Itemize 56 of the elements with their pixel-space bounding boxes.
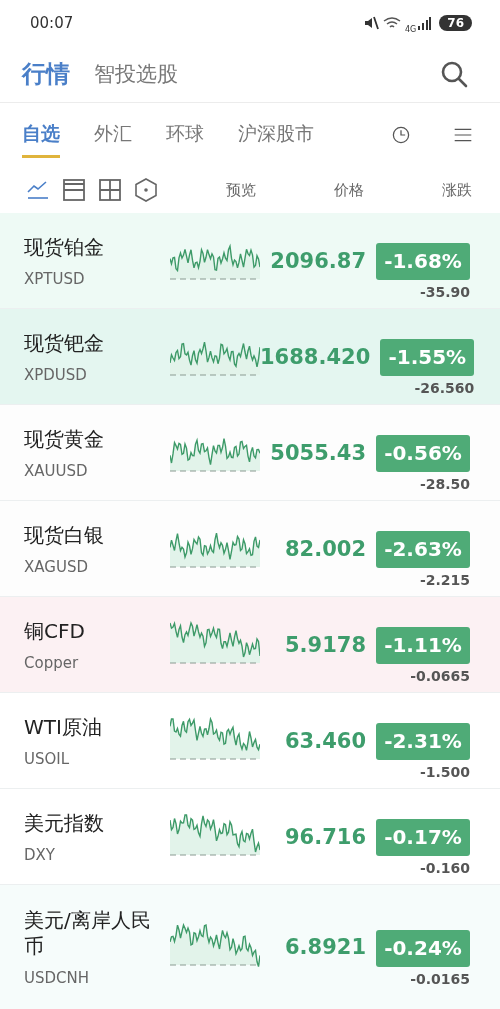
column-header[interactable]: 预览 [226,180,256,200]
price-value: 1688.420 [260,344,372,369]
percent-change-badge: -1.68% [376,243,470,280]
quote-row[interactable]: 现货钯金 XPDUSD 1688.420 -1.55% -26.560 [0,309,500,405]
percent-change-badge: -2.63% [376,531,470,568]
market-tab[interactable]: 自选 [22,112,60,158]
instrument-code: Copper [24,653,80,672]
instrument-code: USOIL [24,749,71,768]
price-value: 2096.87 [269,248,367,273]
instrument-code: DXY [24,845,56,864]
instrument-code: XAUUSD [24,461,89,480]
change-value: -28.50 [419,476,470,492]
change-value: -26.560 [414,380,475,396]
instrument-code: XPDUSD [24,365,88,384]
quote-row[interactable]: 现货铂金 XPTUSD 2096.87 -1.68% -35.90 [0,213,500,309]
price-value: 96.716 [283,824,367,849]
change-value: -0.0665 [410,668,470,684]
instrument-code: XPTUSD [24,269,86,288]
battery-level: 76 [439,15,472,31]
instrument-name: 美元/离岸人民币 [24,907,152,959]
market-tab[interactable]: 外汇 [94,112,132,158]
instrument-name: 现货白银 [24,521,105,548]
percent-change-badge: -1.55% [380,339,475,376]
price-value: 82.002 [283,536,367,561]
percent-change-badge: -0.56% [376,435,470,472]
instrument-code: XAGUSD [24,557,89,576]
price-value: 5055.43 [269,440,367,465]
change-value: -0.0165 [410,970,470,987]
percent-change-badge: -2.31% [376,723,470,760]
change-value: -1.500 [419,764,470,780]
instrument-code: USDCNH [24,969,91,987]
column-header[interactable]: 价格 [334,180,364,200]
instrument-name: 现货钯金 [24,329,105,356]
header-tab[interactable]: 智投选股 [94,60,178,88]
percent-change-badge: -0.17% [376,819,470,856]
quote-row[interactable]: 美元/离岸人民币 USDCNH 6.8921 -0.24% -0.0165 [0,885,500,1009]
instrument-name: 现货铂金 [24,233,105,260]
instrument-name: 现货黄金 [24,425,105,452]
market-tab[interactable]: 环球 [166,112,204,158]
price-value: 5.9178 [283,632,367,657]
instrument-name: 美元指数 [24,809,105,836]
column-header[interactable]: 涨跌 [442,180,472,200]
percent-change-badge: -1.11% [376,627,470,664]
change-value: -0.160 [419,860,470,876]
instrument-name: 铜CFD [24,617,86,644]
clock-time: 00:07 [30,14,74,32]
quote-row[interactable]: 铜CFD Copper 5.9178 -1.11% -0.0665 [0,597,500,693]
market-tab[interactable]: 沪深股市 [238,112,314,158]
percent-change-badge: -0.24% [376,929,470,967]
change-value: -2.215 [419,572,470,588]
price-value: 63.460 [283,728,367,753]
network-type: 4G [405,24,417,34]
change-value: -35.90 [419,284,470,300]
header-tab[interactable]: 行情 [22,58,70,90]
price-value: 6.8921 [283,935,367,959]
instrument-name: WTI原油 [24,713,103,740]
